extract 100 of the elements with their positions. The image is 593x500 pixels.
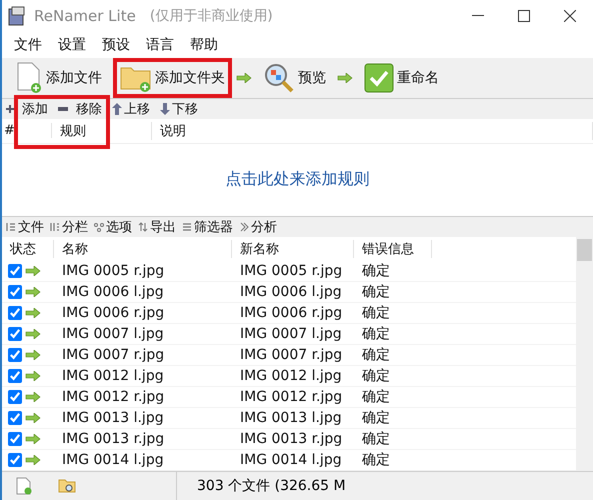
file-tool-button[interactable]: 筛选器 bbox=[182, 218, 233, 236]
file-tool-button[interactable]: 分析 bbox=[239, 218, 277, 236]
toolbar-button[interactable]: 添加文件 bbox=[8, 58, 109, 98]
column-header: 名称 bbox=[54, 240, 232, 258]
arrow-icon bbox=[25, 308, 41, 318]
new-file-name: IMG 0005 r.jpg bbox=[239, 263, 344, 279]
error-status: 确定 bbox=[361, 451, 391, 469]
file-tool-button[interactable]: 选项 bbox=[94, 218, 132, 236]
row-checkbox[interactable] bbox=[8, 264, 22, 278]
row-checkbox[interactable] bbox=[8, 411, 22, 425]
file-name: IMG 0013 r.jpg bbox=[61, 431, 166, 447]
lines-icon bbox=[182, 222, 192, 232]
arrow-icon bbox=[25, 455, 41, 465]
row-checkbox[interactable] bbox=[8, 369, 22, 383]
new-file-name: IMG 0013 r.jpg bbox=[239, 431, 344, 447]
new-file-name: IMG 0012 l.jpg bbox=[239, 368, 343, 384]
arrow-icon bbox=[25, 413, 41, 423]
new-file-name: IMG 0007 r.jpg bbox=[239, 347, 344, 363]
folder-search-icon[interactable] bbox=[58, 477, 76, 495]
toolbar-button[interactable]: 预览 bbox=[256, 58, 333, 98]
new-file-name: IMG 0006 r.jpg bbox=[239, 305, 344, 321]
minimize-icon bbox=[472, 15, 484, 17]
error-status: 确定 bbox=[361, 304, 391, 322]
down-arrow-icon bbox=[160, 102, 170, 115]
add-rule-link[interactable]: 点击此处来添加规则 bbox=[226, 169, 370, 190]
file-tool-button[interactable]: 分栏 bbox=[50, 218, 88, 236]
rule-tool-button[interactable]: 添加 bbox=[6, 100, 48, 118]
new-file-name: IMG 0014 l.jpg bbox=[239, 452, 343, 468]
new-file-name: IMG 0012 r.jpg bbox=[239, 389, 344, 405]
column-header: 错误信息 bbox=[354, 240, 432, 258]
file-name: IMG 0006 r.jpg bbox=[61, 305, 166, 321]
toolbar-button[interactable]: 添加文件夹 bbox=[113, 58, 232, 98]
close-icon bbox=[564, 10, 576, 22]
window-title: ReNamer Lite bbox=[34, 7, 136, 25]
error-status: 确定 bbox=[361, 262, 391, 280]
file-name: IMG 0012 l.jpg bbox=[61, 368, 165, 384]
row-checkbox[interactable] bbox=[8, 432, 22, 446]
arrow-icon bbox=[25, 287, 41, 297]
row-checkbox[interactable] bbox=[8, 390, 22, 404]
rule-tool-button[interactable]: 上移 bbox=[112, 100, 150, 118]
arrow-icon bbox=[25, 371, 41, 381]
column-header: 说明 bbox=[152, 122, 593, 140]
menu-item[interactable]: 帮助 bbox=[182, 34, 226, 56]
row-checkbox[interactable] bbox=[8, 348, 22, 362]
error-status: 确定 bbox=[361, 346, 391, 364]
file-name: IMG 0005 r.jpg bbox=[61, 263, 166, 279]
column-header: 状态 bbox=[2, 240, 54, 258]
arrow-icon bbox=[337, 72, 353, 83]
plus-icon bbox=[6, 104, 14, 113]
window-subtitle: (仅用于非商业使用) bbox=[150, 7, 273, 25]
rule-tool-button[interactable]: 下移 bbox=[160, 100, 198, 118]
file-name: IMG 0006 l.jpg bbox=[61, 284, 165, 300]
error-status: 确定 bbox=[361, 367, 391, 385]
arrow-icon bbox=[25, 329, 41, 339]
list-icon bbox=[6, 222, 16, 232]
add-file-icon[interactable] bbox=[16, 477, 32, 495]
row-checkbox[interactable] bbox=[8, 285, 22, 299]
error-status: 确定 bbox=[361, 409, 391, 427]
row-checkbox[interactable] bbox=[8, 453, 22, 467]
column-header: # bbox=[2, 123, 52, 138]
arrow-icon bbox=[25, 392, 41, 402]
file-name: IMG 0007 r.jpg bbox=[61, 347, 166, 363]
checkmark-icon bbox=[364, 62, 394, 93]
error-status: 确定 bbox=[361, 430, 391, 448]
new-file-name: IMG 0007 l.jpg bbox=[239, 326, 343, 342]
columns-icon bbox=[50, 222, 60, 232]
arrow-icon bbox=[25, 266, 41, 276]
toolbar-button[interactable]: 重命名 bbox=[357, 58, 446, 98]
new-file-name: IMG 0006 l.jpg bbox=[239, 284, 343, 300]
file-name: IMG 0007 l.jpg bbox=[61, 326, 165, 342]
error-status: 确定 bbox=[361, 325, 391, 343]
magnifier-icon bbox=[263, 62, 295, 94]
menu-item[interactable]: 设置 bbox=[50, 34, 94, 56]
add-file-icon bbox=[15, 62, 43, 94]
error-status: 确定 bbox=[361, 283, 391, 301]
rule-tool-button[interactable]: 移除 bbox=[58, 100, 102, 118]
arrow-icon bbox=[25, 350, 41, 360]
column-header: 新名称 bbox=[232, 240, 354, 258]
new-file-name: IMG 0013 l.jpg bbox=[239, 410, 343, 426]
status-text: 303 个文件 (326.65 M bbox=[176, 472, 397, 500]
play-icon bbox=[239, 222, 249, 232]
scrollbar[interactable] bbox=[576, 237, 593, 471]
arrow-icon bbox=[25, 434, 41, 444]
arrows-icon bbox=[138, 222, 148, 232]
menu-item[interactable]: 文件 bbox=[6, 34, 50, 56]
file-name: IMG 0013 l.jpg bbox=[61, 410, 165, 426]
menu-item[interactable]: 语言 bbox=[138, 34, 182, 56]
maximize-icon bbox=[518, 10, 530, 22]
column-header: 规则 bbox=[52, 122, 152, 140]
menu-item[interactable]: 预设 bbox=[94, 34, 138, 56]
minus-icon bbox=[58, 106, 68, 111]
file-name: IMG 0014 l.jpg bbox=[61, 452, 165, 468]
file-name: IMG 0012 r.jpg bbox=[61, 389, 166, 405]
file-tool-button[interactable]: 导出 bbox=[138, 218, 176, 236]
nodes-icon bbox=[94, 222, 104, 232]
error-status: 确定 bbox=[361, 388, 391, 406]
file-tool-button[interactable]: 文件 bbox=[6, 218, 44, 236]
row-checkbox[interactable] bbox=[8, 306, 22, 320]
row-checkbox[interactable] bbox=[8, 327, 22, 341]
app-icon bbox=[8, 6, 26, 26]
